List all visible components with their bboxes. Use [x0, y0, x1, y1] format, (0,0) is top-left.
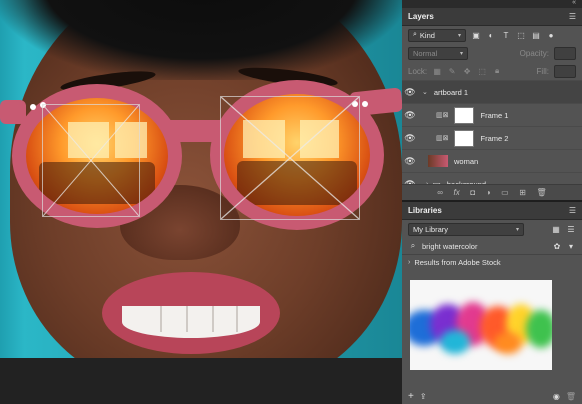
opacity-label: Opacity: [519, 48, 549, 58]
frame-1-placeholder[interactable] [42, 104, 140, 217]
stock-results-title: Results from Adobe Stock [414, 258, 501, 267]
filter-kind-value: Kind [419, 30, 435, 40]
opacity-input[interactable] [554, 46, 576, 60]
fx-icon[interactable]: fx [454, 188, 460, 197]
group-icon[interactable]: ▭ [501, 188, 509, 197]
blend-mode-value: Normal [413, 48, 438, 58]
smart-object-filter-icon[interactable]: ▤ [531, 30, 541, 40]
chevron-down-icon[interactable]: ⌄ [422, 88, 428, 96]
upload-icon[interactable]: ⇪ [420, 392, 427, 401]
layers-toolbar: ∞ fx ◘ ◑ ▭ ⊞ 🗑︎ [402, 184, 582, 200]
layer-row-frame-2[interactable]: 👁︎ ▥⊠ Frame 2 [402, 126, 582, 149]
mask-icon[interactable]: ◘ [470, 188, 475, 197]
adjustment-filter-icon[interactable]: ◐ [486, 30, 496, 40]
grid-view-icon[interactable]: ▦ [551, 224, 561, 234]
layer-filter-row: ⌕ Kind ▾ ▣ ◐ T ⬚ ▤ ● [402, 26, 582, 44]
panel-dock-header: « [402, 0, 582, 8]
collapse-panels-icon[interactable]: « [572, 0, 576, 6]
library-search-input[interactable]: bright watercolor [422, 242, 477, 251]
tooth-line [186, 306, 188, 332]
fill-label: Fill: [536, 66, 549, 76]
trash-icon[interactable]: 🗑︎ [566, 392, 576, 401]
eye-icon[interactable]: 👁︎ [402, 133, 418, 144]
link-layers-icon[interactable]: ∞ [437, 188, 443, 197]
document-canvas[interactable] [0, 0, 402, 358]
layers-panel-title[interactable]: Layers [408, 12, 434, 21]
libraries-panel: Libraries ☰ My Library ▾ ▦ ☰ ⌕ bright wa… [402, 202, 582, 404]
list-view-icon[interactable]: ☰ [566, 224, 576, 234]
libraries-panel-header: Libraries ☰ [402, 202, 582, 220]
tooth-line [160, 306, 162, 332]
libraries-panel-title[interactable]: Libraries [408, 206, 442, 215]
lock-position-icon[interactable]: ✥ [462, 66, 472, 76]
blend-row: Normal ▾ Opacity: [402, 44, 582, 62]
hair-image [0, 0, 402, 80]
libraries-footer: + ⇪ ◉ 🗑︎ [402, 388, 582, 404]
layer-name: Frame 1 [480, 110, 509, 120]
layer-row-artboard[interactable]: 👁︎ ⌄ artboard 1 [402, 80, 582, 103]
chevron-down-icon[interactable]: ▾ [566, 241, 576, 251]
layers-panel: Layers ☰ ⌕ Kind ▾ ▣ ◐ T ⬚ ▤ ● Normal ▾ O… [402, 8, 582, 200]
shape-filter-icon[interactable]: ⬚ [516, 30, 526, 40]
stock-result-image[interactable] [410, 280, 552, 370]
lock-label: Lock: [408, 66, 428, 76]
blend-mode-select[interactable]: Normal ▾ [408, 46, 468, 60]
eye-icon[interactable]: 👁︎ [402, 110, 418, 121]
library-select-value: My Library [413, 224, 449, 234]
layer-name: artboard 1 [433, 87, 469, 97]
left-stud [30, 104, 36, 110]
chevron-down-icon: ▾ [459, 50, 463, 57]
layer-name: woman [454, 156, 479, 166]
library-select-row: My Library ▾ ▦ ☰ [402, 220, 582, 238]
chevron-down-icon: ▾ [515, 226, 519, 233]
eye-icon[interactable]: 👁︎ [402, 156, 418, 167]
panel-menu-icon[interactable]: ☰ [569, 12, 576, 21]
search-icon: ⌕ [413, 31, 417, 38]
type-filter-icon[interactable]: T [501, 30, 511, 40]
layer-row-woman[interactable]: 👁︎ woman [402, 149, 582, 172]
status-bar [0, 358, 402, 404]
layer-name: Frame 2 [480, 133, 509, 143]
eye-icon[interactable]: ◉ [553, 392, 560, 401]
library-select[interactable]: My Library ▾ [408, 222, 524, 236]
frame-2-placeholder[interactable] [220, 96, 360, 220]
chevron-down-icon: ▾ [457, 32, 461, 39]
search-icon: ⌕ [410, 241, 416, 250]
layer-thumbnail [454, 129, 475, 147]
stock-results-header[interactable]: › Results from Adobe Stock [402, 254, 582, 270]
lock-transparency-icon[interactable]: ▦ [432, 66, 442, 76]
right-stud-2 [362, 101, 368, 107]
layer-thumbnail [454, 106, 475, 124]
filter-kind-select[interactable]: ⌕ Kind ▾ [408, 28, 466, 42]
chevron-right-icon: › [408, 259, 411, 266]
layers-panel-header: Layers ☰ [402, 8, 582, 26]
panel-menu-icon[interactable]: ☰ [569, 206, 576, 215]
library-search-row: ⌕ bright watercolor ✿ ▾ [402, 238, 582, 254]
add-icon[interactable]: + [408, 391, 414, 402]
search-options-icon[interactable]: ✿ [552, 241, 562, 251]
teeth-image [122, 306, 260, 338]
eye-icon[interactable]: 👁︎ [402, 87, 418, 98]
smart-object-icon [428, 155, 448, 167]
tooth-line [236, 306, 238, 332]
adjustment-layer-icon[interactable]: ◑ [486, 188, 491, 197]
frame-icon: ▥⊠ [436, 135, 449, 142]
tooth-line [212, 306, 214, 332]
filter-toggle-icon[interactable]: ● [546, 30, 556, 40]
lock-pixels-icon[interactable]: ✎ [447, 66, 457, 76]
lock-all-icon[interactable]: 🔒︎ [492, 66, 502, 76]
lock-artboard-icon[interactable]: ⬚ [477, 66, 487, 76]
lock-row: Lock: ▦ ✎ ✥ ⬚ 🔒︎ Fill: [402, 62, 582, 80]
fill-input[interactable] [554, 64, 576, 78]
new-layer-icon[interactable]: ⊞ [519, 188, 526, 197]
frame-icon: ▥⊠ [436, 112, 449, 119]
trash-icon[interactable]: 🗑︎ [537, 188, 547, 197]
image-filter-icon[interactable]: ▣ [471, 30, 481, 40]
layer-row-frame-1[interactable]: 👁︎ ▥⊠ Frame 1 [402, 103, 582, 126]
